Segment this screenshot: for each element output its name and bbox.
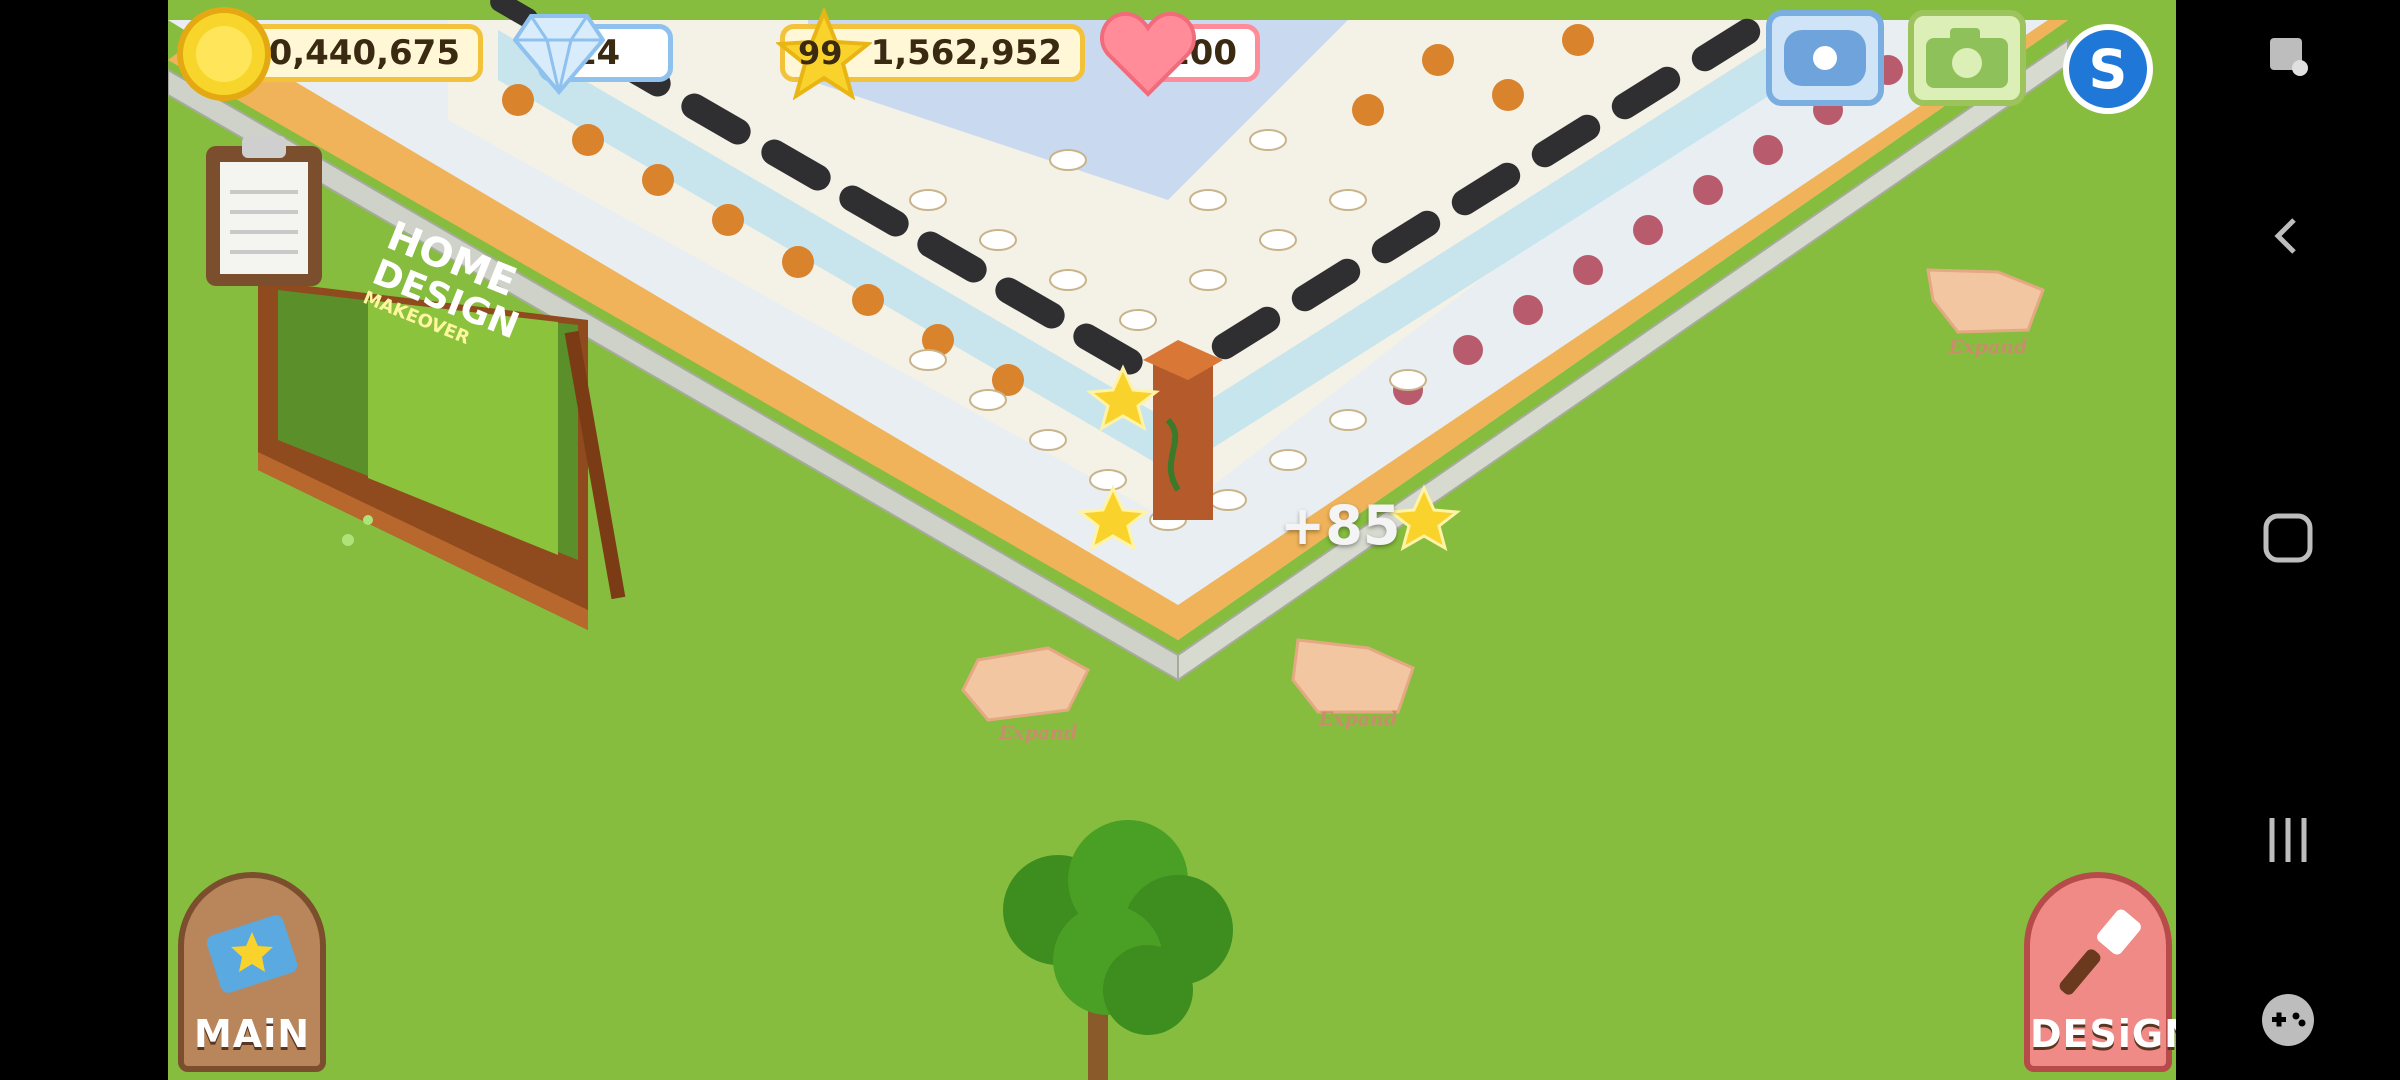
expand-label-left[interactable]: Expand (968, 722, 1108, 744)
s-icon: S (2088, 37, 2128, 101)
camera-icon (1926, 28, 2008, 88)
heart-icon (1100, 11, 1196, 97)
game-center-button[interactable] (1766, 10, 1884, 106)
home-icon[interactable] (2256, 506, 2320, 570)
camera-button[interactable] (1908, 10, 2026, 106)
restaurant-floor[interactable] (168, 0, 2176, 1080)
game-viewport[interactable]: HOME DESIGN MAKEOVER 40,440,675 14 1,562… (168, 0, 2176, 1080)
design-button[interactable]: DESiGN (2024, 872, 2176, 1072)
gamepad-icon[interactable] (2256, 988, 2320, 1052)
recipe-book-icon (206, 915, 298, 993)
design-label: DESiGN (2030, 1012, 2176, 1056)
level-value: 99 (798, 34, 843, 72)
clipboard-icon[interactable] (202, 132, 326, 290)
coin-value: 40,440,675 (244, 33, 460, 73)
back-icon[interactable] (2256, 204, 2320, 268)
paintbrush-icon (2059, 909, 2141, 995)
experience-value: 1,562,952 (870, 33, 1062, 73)
screenshot-icon[interactable] (2256, 24, 2320, 88)
recents-icon[interactable] (2256, 808, 2320, 872)
coin-icon (177, 7, 271, 101)
s-button[interactable]: S (2063, 24, 2153, 114)
main-label: MAiN (193, 1012, 311, 1056)
expand-label-right[interactable]: Expand (1918, 336, 2058, 358)
gamepad-phone-icon (1784, 30, 1866, 86)
main-button[interactable]: MAiN (178, 872, 326, 1072)
gem-icon (513, 14, 605, 96)
android-nav-bar (2176, 0, 2400, 1080)
floating-score: +85 (1280, 494, 1401, 557)
expand-label-center[interactable]: Expand (1288, 708, 1428, 730)
